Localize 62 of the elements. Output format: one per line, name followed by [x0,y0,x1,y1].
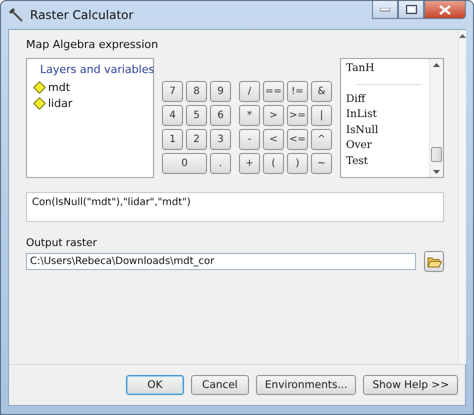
operator-button[interactable]: < [263,129,284,150]
window-title: Raster Calculator [30,8,134,22]
close-button[interactable] [424,1,466,19]
keypad-button[interactable]: 9 [210,81,231,102]
keypad-button[interactable]: 7 [162,81,183,102]
operator-button[interactable]: > [263,105,284,126]
list-heading: Layers and variables [40,63,154,76]
keypad-button[interactable]: 8 [186,81,207,102]
function-item[interactable]: InList [346,107,429,122]
function-item[interactable]: IsNull [346,122,429,138]
up-arrow-icon[interactable] [459,34,466,38]
keypad-button[interactable]: 3 [210,129,231,150]
folder-icon [426,256,442,268]
operator-button[interactable]: ^ [311,129,332,150]
operator-button[interactable]: <= [287,129,308,150]
minimize-button[interactable] [372,1,398,19]
keypad-button[interactable]: 2 [186,129,207,150]
operator-button[interactable]: ~ [311,153,332,174]
operator-button[interactable]: == [263,81,284,102]
function-item[interactable]: Diff [346,92,429,107]
output-label: Output raster [26,237,98,249]
dialog-button[interactable]: Show Help >> [363,375,458,395]
keypad-button[interactable]: . [210,153,231,174]
maximize-button[interactable] [398,1,424,19]
dialog-button[interactable]: Cancel [190,375,249,395]
keypad-button[interactable]: 6 [210,105,231,126]
scrollbar[interactable] [429,59,443,177]
scroll-thumb[interactable] [431,147,442,162]
operator-button[interactable]: | [311,105,332,126]
scrollbar[interactable] [458,30,466,364]
maximize-icon [406,5,416,14]
operator-button[interactable]: * [239,105,260,126]
keypad-button[interactable]: 0 [162,153,207,174]
operator-button[interactable]: != [287,81,308,102]
close-icon [439,4,451,14]
layer-item[interactable]: mdt [48,81,70,94]
function-item[interactable]: TanH [346,61,429,76]
minimize-icon [380,8,390,12]
diamond-icon [33,97,46,110]
layer-item[interactable]: lidar [48,97,72,110]
expression-box[interactable]: Con(IsNull("mdt"),"lidar","mdt") [26,192,444,222]
operator-button[interactable]: - [239,129,260,150]
hammer-icon [8,7,24,23]
dialog-button[interactable]: OK [126,375,184,395]
operator-button[interactable]: & [311,81,332,102]
down-arrow-icon[interactable] [433,170,440,174]
keypad-button[interactable]: 1 [162,129,183,150]
operator-button[interactable]: ) [287,153,308,174]
expression-label: Map Algebra expression [26,38,160,51]
dialog-button[interactable]: Environments... [256,375,356,395]
function-item[interactable]: Over [346,138,429,154]
function-item[interactable]: Test [346,154,429,169]
keypad-button[interactable]: 5 [186,105,207,126]
keypad-button[interactable]: 4 [162,105,183,126]
operator-button[interactable]: >= [287,105,308,126]
browse-button[interactable] [424,251,444,272]
up-arrow-icon[interactable] [433,63,440,67]
operator-button[interactable]: / [239,81,260,102]
operator-button[interactable]: ( [263,153,284,174]
operator-button[interactable]: + [239,153,260,174]
diamond-icon [33,81,46,94]
output-field[interactable]: C:\Users\Rebeca\Downloads\mdt_cor [26,253,416,270]
